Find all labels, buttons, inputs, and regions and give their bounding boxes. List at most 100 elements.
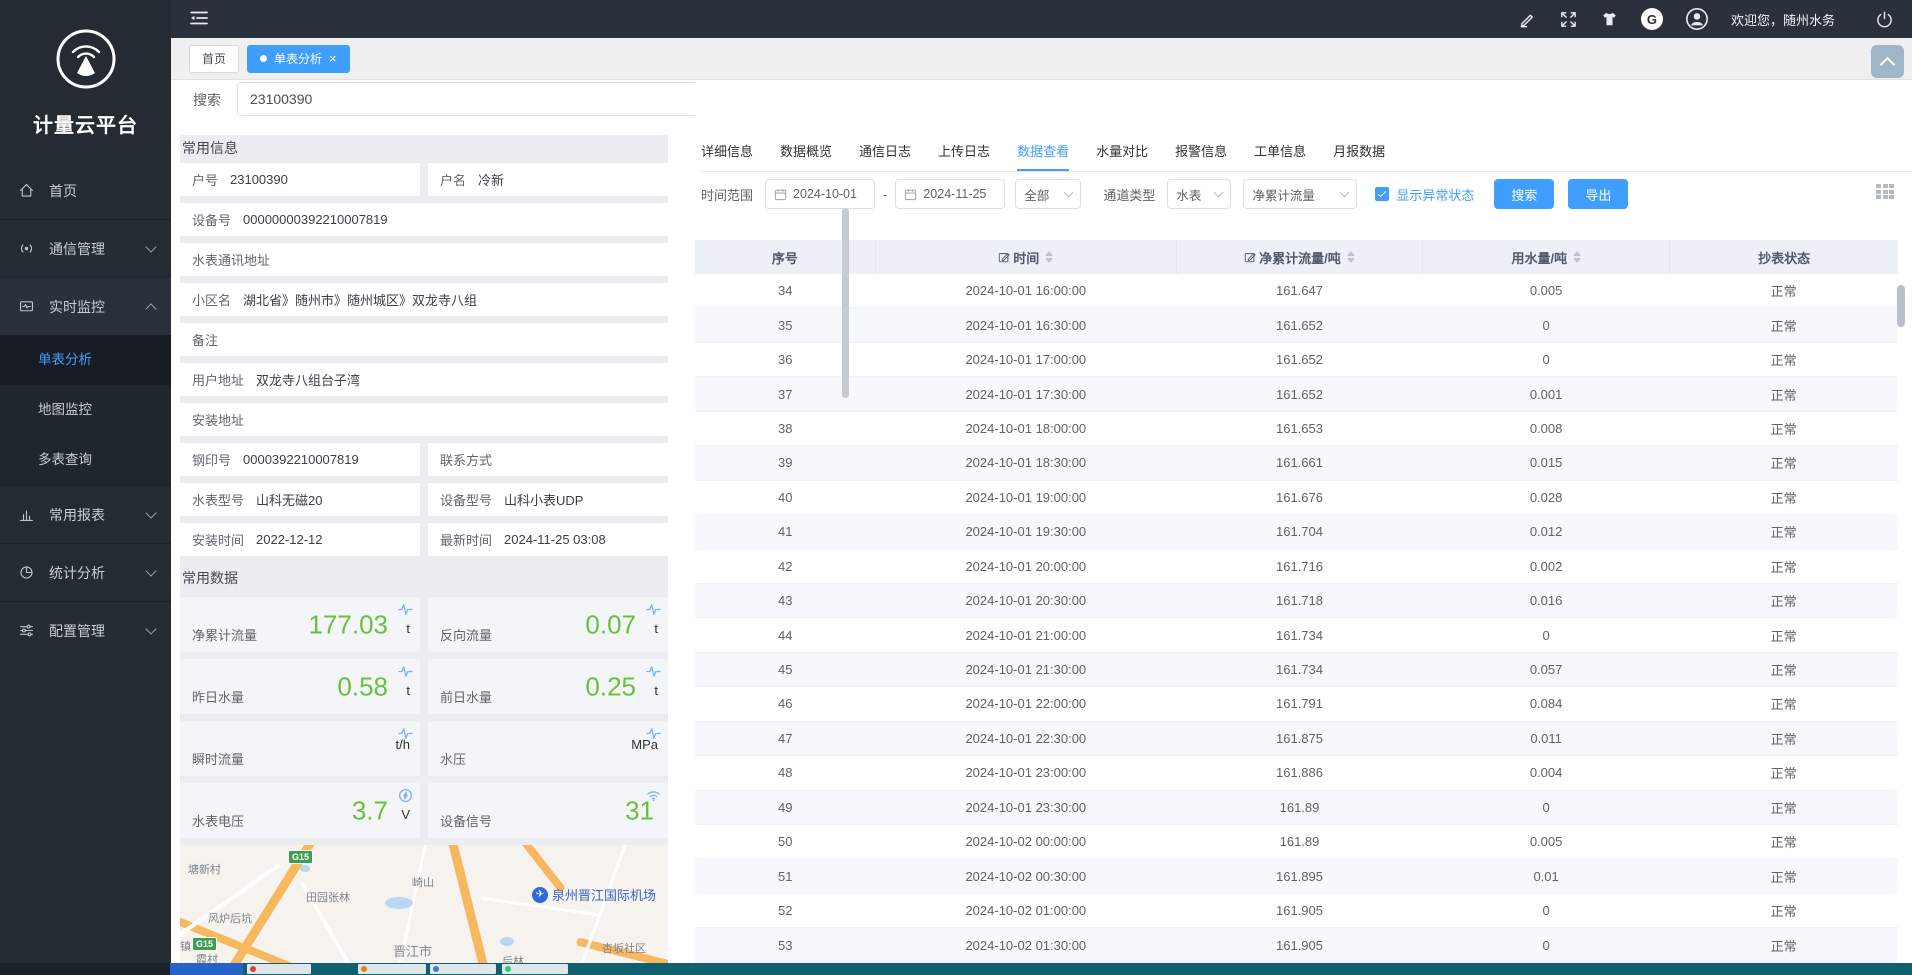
table-row[interactable]: 44 2024-10-01 21:00:00 161.734 0 正常 xyxy=(695,618,1898,652)
cell-time: 2024-10-01 21:00:00 xyxy=(875,628,1176,643)
period-select[interactable]: 全部 xyxy=(1015,179,1081,209)
edit-icon[interactable] xyxy=(1518,10,1537,29)
taskbar-app-button[interactable] xyxy=(502,964,568,974)
scroll-top-button[interactable] xyxy=(1871,45,1904,78)
cell-net-flow: 161.652 xyxy=(1176,318,1423,333)
table-row[interactable]: 53 2024-10-02 01:30:00 161.905 0 正常 xyxy=(695,928,1898,962)
field-meter-comm-address: 水表通讯地址 xyxy=(180,243,668,276)
table-row[interactable]: 48 2024-10-01 23:00:00 161.886 0.004 正常 xyxy=(695,756,1898,790)
sidebar-item-single-meter-analysis[interactable]: 单表分析 xyxy=(0,335,171,385)
table-row[interactable]: 49 2024-10-01 23:30:00 161.89 0 正常 xyxy=(695,791,1898,825)
table-body: 34 2024-10-01 16:00:00 161.647 0.005 正常 … xyxy=(695,274,1898,963)
sidebar-item-statistics[interactable]: 统计分析 xyxy=(0,543,171,601)
table-row[interactable]: 50 2024-10-02 00:00:00 161.89 0.005 正常 xyxy=(695,825,1898,859)
topbar: G 欢迎您，随州水务 xyxy=(171,0,1912,38)
table-row[interactable]: 41 2024-10-01 19:30:00 161.704 0.012 正常 xyxy=(695,515,1898,549)
collapse-sidebar-icon[interactable] xyxy=(189,10,209,29)
os-taskbar[interactable] xyxy=(0,963,1912,975)
card-yesterday-usage: 昨日水量0.58t xyxy=(180,659,420,714)
cell-seq: 42 xyxy=(695,559,875,574)
table-row[interactable]: 47 2024-10-01 22:30:00 161.875 0.011 正常 xyxy=(695,722,1898,756)
tab-alarm-info[interactable]: 报警信息 xyxy=(1175,135,1227,171)
sidebar-item-communication[interactable]: 通信管理 xyxy=(0,219,171,277)
tab-detail-info[interactable]: 详细信息 xyxy=(701,135,753,171)
sidebar-item-map-monitor[interactable]: 地图监控 xyxy=(0,385,171,435)
table-row[interactable]: 35 2024-10-01 16:30:00 161.652 0 正常 xyxy=(695,308,1898,342)
metric-select[interactable]: 净累计流量 xyxy=(1243,179,1357,209)
table-row[interactable]: 51 2024-10-02 00:30:00 161.895 0.01 正常 xyxy=(695,859,1898,893)
column-header-usage[interactable]: 用水量/吨 xyxy=(1423,240,1670,274)
tab-water-compare[interactable]: 水量对比 xyxy=(1096,135,1148,171)
common-info-title: 常用信息 xyxy=(180,135,668,163)
cell-net-flow: 161.652 xyxy=(1176,352,1423,367)
tab-single-meter-analysis[interactable]: 单表分析 × xyxy=(247,45,350,73)
sidebar-item-multi-meter-query[interactable]: 多表查询 xyxy=(0,435,171,485)
taskbar-app-button[interactable] xyxy=(430,964,496,974)
cell-time: 2024-10-01 20:00:00 xyxy=(875,559,1176,574)
tab-upload-log[interactable]: 上传日志 xyxy=(938,135,990,171)
column-settings-icon[interactable] xyxy=(1876,184,1894,199)
tab-monthly-report[interactable]: 月报数据 xyxy=(1333,135,1385,171)
location-map[interactable]: G15 G15 塘新村 田园张林 崎山 风炉后坑 镇 晋江市 后林 杏坂社区 霞… xyxy=(180,845,668,963)
stat-cards: 净累计流量177.03t 反向流量0.07t 昨日水量0.58t 前日水量0.2… xyxy=(180,597,668,838)
abnormal-status-label[interactable]: 显示异常状态 xyxy=(1396,185,1474,204)
column-header-time[interactable]: 时间 xyxy=(876,240,1177,274)
table-row[interactable]: 36 2024-10-01 17:00:00 161.652 0 正常 xyxy=(695,343,1898,377)
table-row[interactable]: 45 2024-10-01 21:30:00 161.734 0.057 正常 xyxy=(695,653,1898,687)
cell-usage: 0.005 xyxy=(1423,283,1670,298)
tab-home[interactable]: 首页 xyxy=(189,45,239,73)
date-to-input[interactable]: 2024-11-25 xyxy=(895,179,1005,209)
data-table: 序号 时间 净累计流量/吨 用水量/吨 xyxy=(695,240,1898,963)
taskbar-app-button[interactable] xyxy=(170,963,243,975)
column-header-net-flow[interactable]: 净累计流量/吨 xyxy=(1177,240,1424,274)
field-community-name: 小区名湖北省》随州市》随州城区》双龙寺八组 xyxy=(180,283,668,316)
range-separator: - xyxy=(883,187,887,202)
sort-icons xyxy=(1573,251,1581,263)
sidebar-item-config[interactable]: 配置管理 xyxy=(0,601,171,659)
map-water xyxy=(500,937,514,946)
cell-usage: 0 xyxy=(1423,318,1670,333)
table-row[interactable]: 52 2024-10-02 01:00:00 161.905 0 正常 xyxy=(695,894,1898,928)
cell-time: 2024-10-01 21:30:00 xyxy=(875,662,1176,677)
table-row[interactable]: 38 2024-10-01 18:00:00 161.653 0.008 正常 xyxy=(695,412,1898,446)
sidebar-item-common-reports[interactable]: 常用报表 xyxy=(0,485,171,543)
channel-select[interactable]: 水表 xyxy=(1167,179,1231,209)
tab-data-view[interactable]: 数据查看 xyxy=(1017,135,1069,171)
abnormal-status-checkbox[interactable] xyxy=(1375,187,1389,201)
chevron-down-icon xyxy=(145,241,156,252)
cell-net-flow: 161.652 xyxy=(1176,387,1423,402)
tab-workorder-info[interactable]: 工单信息 xyxy=(1254,135,1306,171)
cell-status: 正常 xyxy=(1669,591,1898,610)
table-row[interactable]: 42 2024-10-01 20:00:00 161.716 0.002 正常 xyxy=(695,550,1898,584)
user-avatar[interactable] xyxy=(1685,7,1709,31)
cell-usage: 0.01 xyxy=(1423,869,1670,884)
date-from-input[interactable]: 2024-10-01 xyxy=(765,179,875,209)
cell-time: 2024-10-01 16:30:00 xyxy=(875,318,1176,333)
table-row[interactable]: 34 2024-10-01 16:00:00 161.647 0.005 正常 xyxy=(695,274,1898,308)
power-icon[interactable] xyxy=(1875,10,1894,29)
table-row[interactable]: 40 2024-10-01 19:00:00 161.676 0.028 正常 xyxy=(695,481,1898,515)
export-button[interactable]: 导出 xyxy=(1568,179,1628,209)
table-row[interactable]: 37 2024-10-01 17:30:00 161.652 0.001 正常 xyxy=(695,377,1898,411)
search-button[interactable]: 搜索 xyxy=(1494,179,1554,209)
left-panel-scrollbar[interactable] xyxy=(842,208,849,398)
home-icon xyxy=(18,182,35,199)
table-scrollbar[interactable] xyxy=(1897,285,1905,327)
g-logo-icon[interactable]: G xyxy=(1641,8,1663,30)
taskbar-app-button[interactable] xyxy=(247,964,311,974)
tab-comm-log[interactable]: 通信日志 xyxy=(859,135,911,171)
table-row[interactable]: 43 2024-10-01 20:30:00 161.718 0.016 正常 xyxy=(695,584,1898,618)
active-dot-icon xyxy=(260,55,267,62)
table-row[interactable]: 39 2024-10-01 18:30:00 161.661 0.015 正常 xyxy=(695,446,1898,480)
sidebar-item-home[interactable]: 首页 xyxy=(0,162,171,219)
cell-status: 正常 xyxy=(1669,522,1898,541)
taskbar-app-button[interactable] xyxy=(358,964,426,974)
sidebar-item-realtime-monitor[interactable]: 实时监控 xyxy=(0,277,171,335)
meter-info-panel: 常用信息 户号23100390 户名冷新 设备号0000000039221000… xyxy=(180,135,668,963)
column-header-status[interactable]: 抄表状态 xyxy=(1670,240,1898,274)
tab-data-overview[interactable]: 数据概览 xyxy=(780,135,832,171)
theme-shirt-icon[interactable] xyxy=(1600,10,1619,29)
table-row[interactable]: 46 2024-10-01 22:00:00 161.791 0.084 正常 xyxy=(695,687,1898,721)
fullscreen-icon[interactable] xyxy=(1559,10,1578,29)
close-tab-icon[interactable]: × xyxy=(329,52,337,65)
